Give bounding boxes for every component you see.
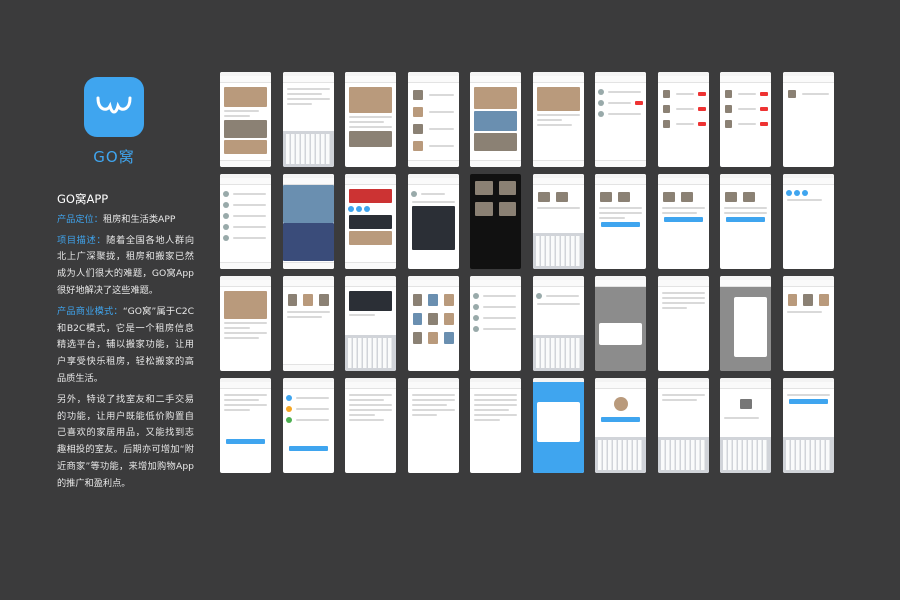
app-info-panel: GO窝APP 产品定位：租房和生活类APP 项目描述：随着全国各地人群向北上广深…: [57, 191, 194, 497]
screen-thumbnail: [782, 72, 834, 167]
screen-thumbnail: [657, 276, 709, 371]
screen-thumbnail: [407, 72, 459, 167]
screen-thumbnail: [470, 174, 521, 269]
screen-thumbnail: [470, 276, 521, 371]
screen-thumbnail: [532, 276, 584, 371]
screen-thumbnail: [720, 174, 771, 269]
screen-thumbnail: [282, 174, 334, 269]
positioning-text: 租房和生活类APP: [102, 213, 176, 225]
description-label: 项目描述：: [57, 234, 107, 246]
screen-thumbnail: [720, 378, 771, 473]
extra-paragraph: 另外，特设了找室友和二手交易的功能，让用户既能低价购置自己喜欢的家居用品，又能找…: [57, 393, 194, 489]
screen-thumbnail: [220, 174, 271, 269]
screen-thumbnail: [595, 174, 646, 269]
screen-thumbnail: [595, 276, 646, 371]
screen-thumbnail: [407, 174, 459, 269]
screen-thumbnail: [470, 378, 521, 473]
positioning-paragraph: 产品定位：租房和生活类APP: [57, 212, 194, 229]
screens-grid: [220, 72, 834, 473]
screen-thumbnail: [220, 72, 271, 167]
screen-thumbnail: [532, 72, 584, 167]
screen-thumbnail: [657, 378, 709, 473]
screen-thumbnail: [532, 378, 584, 473]
screen-thumbnail: [282, 72, 334, 167]
screen-thumbnail: [345, 276, 396, 371]
screen-thumbnail: [782, 378, 834, 473]
screen-thumbnail: [595, 378, 646, 473]
screen-thumbnail: [407, 378, 459, 473]
screen-thumbnail: [720, 276, 771, 371]
business-label: 产品商业模式：: [57, 305, 123, 317]
paw-smile-icon: [96, 96, 132, 114]
screen-thumbnail: [220, 276, 271, 371]
info-title: GO窝APP: [57, 192, 109, 206]
app-name: GO窝: [93, 148, 135, 166]
screen-thumbnail: [657, 174, 709, 269]
business-paragraph: 产品商业模式：“GO窝”属于C2C和B2C模式，它是一个租房信息精选平台，辅以搬…: [57, 304, 194, 388]
app-icon: [84, 77, 144, 137]
screen-thumbnail: [345, 378, 396, 473]
screen-thumbnail: [345, 174, 396, 269]
screen-thumbnail: [345, 72, 396, 167]
screen-thumbnail: [595, 72, 646, 167]
screen-thumbnail: [282, 378, 334, 473]
screen-thumbnail: [782, 276, 834, 371]
screen-thumbnail: [220, 378, 271, 473]
screen-thumbnail: [407, 276, 459, 371]
positioning-label: 产品定位：: [57, 213, 103, 225]
screen-thumbnail: [282, 276, 334, 371]
screen-thumbnail: [657, 72, 709, 167]
screen-thumbnail: [782, 174, 834, 269]
screen-thumbnail: [532, 174, 584, 269]
description-paragraph: 项目描述：随着全国各地人群向北上广深聚拢，租房和搬家已然成为人们很大的难题，GO…: [57, 233, 194, 300]
screen-thumbnail: [470, 72, 521, 167]
business-text: “GO窝”属于C2C和B2C模式，它是一个租房信息精选平台，辅以搬家功能，让用户…: [57, 305, 195, 384]
screen-thumbnail: [720, 72, 771, 167]
